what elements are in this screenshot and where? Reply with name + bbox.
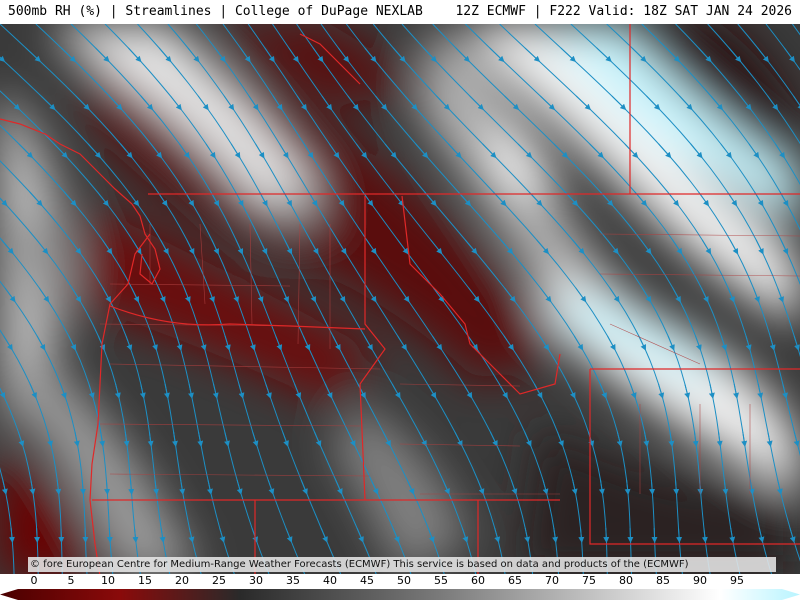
colorbar-label: 95 [730, 574, 744, 587]
colorbar-label: 15 [138, 574, 152, 587]
map-title-right: 12Z ECMWF | F222 Valid: 18Z SAT JAN 24 2… [455, 4, 792, 19]
colorbar-label: 5 [67, 574, 75, 587]
header-bar: 500mb RH (%) | Streamlines | College of … [0, 0, 800, 24]
colorbar-label: 10 [101, 574, 115, 587]
colorbar-label: 40 [323, 574, 337, 587]
colorbar: 0 5 10 15 20 25 30 35 40 45 50 55 60 65 70 75 80 85 90 95 [0, 574, 800, 600]
streamline-arrow [106, 527, 113, 543]
colorbar-label: 80 [619, 574, 633, 587]
colorbar-label: 85 [656, 574, 670, 587]
colorbar-label: 20 [175, 574, 189, 587]
colorbar-label: 65 [508, 574, 522, 587]
colorbar-label: 35 [286, 574, 300, 587]
colorbar-ticks: 0 5 10 15 20 25 30 35 40 45 50 55 60 65 70 75 80 85 90 95 [0, 574, 800, 588]
colorbar-label: 60 [471, 574, 485, 587]
colorbar-label: 70 [545, 574, 559, 587]
colorbar-label: 55 [434, 574, 448, 587]
map-title-left: 500mb RH (%) | Streamlines | College of … [8, 4, 423, 19]
streamline-arrow [603, 527, 610, 543]
colorbar-label: 45 [360, 574, 374, 587]
colorbar-gradient [0, 589, 800, 600]
colorbar-label: 90 [693, 574, 707, 587]
colorbar-label: 25 [212, 574, 226, 587]
humidity-field [0, 24, 800, 576]
streamline-arrow [34, 527, 41, 543]
colorbar-label: 75 [582, 574, 596, 587]
colorbar-label: 30 [249, 574, 263, 587]
colorbar-label: 0 [30, 574, 38, 587]
data-credit: © fore European Centre for Medium-Range … [28, 557, 776, 572]
rh-map [0, 24, 800, 576]
colorbar-label: 50 [397, 574, 411, 587]
colorbar-bar [0, 589, 800, 600]
